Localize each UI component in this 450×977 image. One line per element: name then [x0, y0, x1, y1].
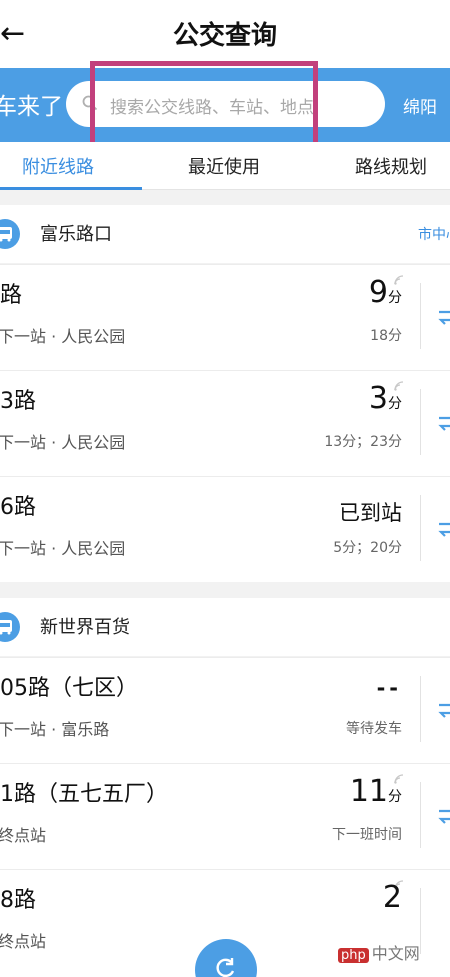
- refresh-icon: [216, 958, 235, 977]
- annotation-highlight-box: [90, 61, 318, 149]
- eta-unit: 分: [388, 789, 402, 805]
- next-stop: 下一站 · 人民公园: [0, 327, 126, 346]
- eta-value: 3: [368, 381, 388, 416]
- eta: 2: [383, 880, 402, 915]
- watermark-logo: php: [338, 948, 369, 963]
- divider: [420, 283, 421, 349]
- next-stop: 下一站 · 富乐路: [0, 720, 110, 739]
- stop-direction[interactable]: 市中心: [418, 224, 450, 244]
- route-row[interactable]: 13路 下一站 · 人民公园 3分 13分；23分: [0, 370, 450, 476]
- divider: [420, 389, 421, 455]
- eta-unit: 分: [388, 290, 402, 306]
- divider: [420, 676, 421, 742]
- left-label: 车来了: [0, 94, 63, 120]
- next-stop: 下一站 · 人民公园: [0, 433, 126, 452]
- eta-value: 9: [368, 275, 388, 310]
- route-name: 905路（七区）: [0, 676, 138, 701]
- watermark: php 中文网: [338, 940, 420, 964]
- tab-nearby[interactable]: 附近线路: [22, 153, 94, 179]
- eta-value: 2: [382, 880, 402, 915]
- stop-name: 新世界百货: [40, 617, 130, 638]
- tab-route-plan[interactable]: 路线规划: [355, 153, 427, 179]
- route-name: 66路: [0, 495, 36, 520]
- tab-active-indicator: [0, 187, 142, 190]
- eta: 9分: [369, 275, 402, 310]
- eta-subtext: 下一班时间: [332, 827, 402, 843]
- divider: [420, 782, 421, 848]
- swap-direction-icon[interactable]: [437, 804, 450, 826]
- eta-subtext: 18分: [370, 328, 402, 344]
- swap-direction-icon[interactable]: [437, 517, 450, 539]
- route-row[interactable]: 905路（七区） 下一站 · 富乐路 -- 等待发车: [0, 657, 450, 763]
- eta-unit: 分: [388, 396, 402, 412]
- route-row[interactable]: 5路 下一站 · 人民公园 9分 18分: [0, 264, 450, 370]
- watermark-text: 中文网: [371, 944, 420, 963]
- next-stop: 下一站 · 人民公园: [0, 539, 126, 558]
- eta-status: 已到站: [339, 501, 402, 525]
- swap-direction-icon[interactable]: [437, 411, 450, 433]
- eta-subtext: 等待发车: [346, 721, 402, 737]
- tab-recent[interactable]: 最近使用: [188, 153, 260, 179]
- swap-direction-icon[interactable]: [437, 305, 450, 327]
- stop-name: 富乐路口: [40, 224, 112, 245]
- route-name: 68路: [0, 888, 36, 913]
- eta: 已到站: [339, 497, 402, 527]
- route-row[interactable]: 66路 下一站 · 人民公园 已到站 5分；20分: [0, 476, 450, 582]
- swap-direction-icon[interactable]: [437, 698, 450, 720]
- next-stop: 终点站: [0, 826, 47, 845]
- tab-bar: 附近线路 最近使用 路线规划: [0, 142, 450, 190]
- divider: [420, 888, 421, 954]
- eta: 11分: [350, 774, 402, 809]
- city-selector[interactable]: 绵阳: [403, 93, 437, 118]
- bus-stop-icon: [0, 612, 20, 642]
- eta-status: --: [376, 676, 402, 700]
- eta-subtext: 5分；20分: [333, 540, 402, 556]
- eta-subtext: 13分；23分: [324, 434, 402, 450]
- eta: --: [377, 676, 402, 700]
- top-bar: ← 公交查询: [0, 0, 450, 68]
- route-name: 11路（五七五厂）: [0, 782, 168, 807]
- route-row[interactable]: 11路（五七五厂） 终点站 11分 下一班时间: [0, 763, 450, 869]
- route-name: 13路: [0, 389, 36, 414]
- next-stop: 终点站: [0, 932, 47, 951]
- stop-header[interactable]: 富乐路口 市中心: [0, 205, 450, 263]
- divider: [420, 495, 421, 561]
- eta: 3分: [369, 381, 402, 416]
- page-title: 公交查询: [172, 21, 277, 51]
- eta-value: 11: [349, 774, 388, 809]
- bus-stop-icon: [0, 219, 20, 249]
- route-name: 5路: [0, 283, 22, 308]
- stop-header[interactable]: 新世界百货: [0, 598, 450, 656]
